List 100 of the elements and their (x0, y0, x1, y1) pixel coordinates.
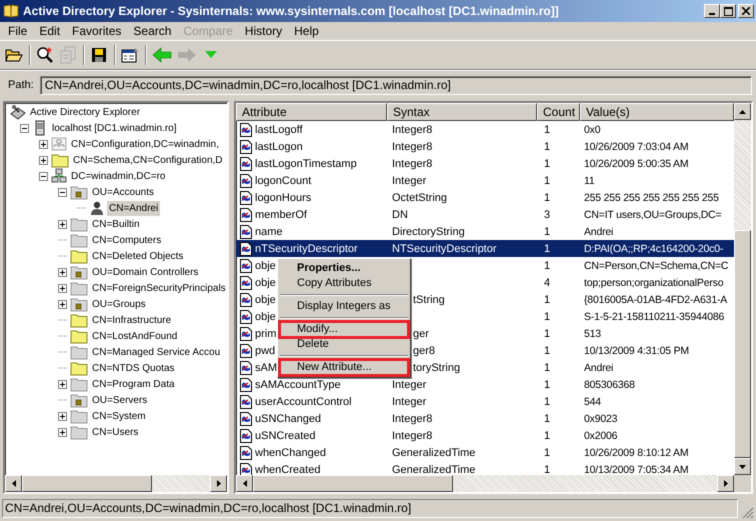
scroll-thumb[interactable] (734, 230, 751, 458)
scroll-left-button[interactable] (236, 475, 253, 492)
forward-arrow-icon (177, 47, 197, 63)
tree-item[interactable]: CN=Managed Service Accou (90, 344, 222, 360)
plus-icon[interactable] (38, 156, 48, 164)
scroll-up-button[interactable] (734, 103, 751, 120)
attribute-name: prim (255, 328, 276, 340)
tree-item[interactable]: CN=Schema,CN=Configuration,D (71, 152, 225, 168)
menu-item[interactable]: File (2, 24, 34, 38)
maximize-button[interactable] (720, 4, 736, 18)
plus-icon[interactable] (58, 412, 66, 420)
attribute-name: whenChanged (255, 446, 326, 458)
attribute-icon (240, 224, 252, 238)
tree-item[interactable]: OU=Groups (90, 296, 148, 312)
tree-item[interactable]: CN=Configuration,DC=winadmin, (69, 136, 221, 152)
menu-item[interactable]: New Attribute... (280, 360, 408, 375)
tree-item[interactable]: OU=Accounts (90, 184, 156, 200)
tree-item[interactable]: CN=Deleted Objects (90, 248, 186, 264)
menu-item[interactable]: Properties... (280, 261, 408, 276)
value-text: 544 (584, 396, 601, 408)
folder-icon (70, 328, 88, 344)
value-text: D:PAI(OA;;RP;4c164200-20c0- (584, 242, 724, 254)
column-header[interactable]: Attribute (236, 103, 387, 121)
minus-icon[interactable] (58, 188, 66, 196)
tree-item[interactable]: CN=Andrei (107, 200, 160, 216)
syntax-text: NTSecurityDescriptor (392, 242, 497, 254)
vertical-scrollbar[interactable] (734, 103, 751, 475)
folder-icon (70, 424, 88, 440)
attribute-name: sAMAccountType (255, 378, 341, 390)
tree-item[interactable]: OU=Servers (90, 392, 150, 408)
close-button[interactable] (738, 4, 754, 18)
plus-icon[interactable] (58, 380, 66, 388)
horizontal-scrollbar[interactable] (236, 475, 734, 492)
attribute-name: nTSecurityDescriptor (255, 242, 358, 254)
tree-item[interactable]: CN=Builtin (90, 216, 142, 232)
count-text: 1 (544, 294, 550, 306)
menu-item[interactable]: Delete (280, 337, 408, 352)
column-header[interactable]: Count (537, 103, 580, 121)
attribute-icon (240, 462, 252, 475)
resize-grip-icon (742, 507, 754, 519)
tree-line (58, 335, 66, 337)
menu-item[interactable]: Copy Attributes (280, 276, 408, 291)
count-text: 1 (544, 412, 550, 424)
folder-icon (70, 312, 88, 328)
tree-item[interactable]: Active Directory Explorer (28, 104, 142, 120)
value-text: 11 (584, 174, 594, 186)
plus-icon[interactable] (38, 140, 48, 148)
tree-item[interactable]: CN=LostAndFound (90, 328, 180, 344)
menu-item[interactable]: Edit (33, 24, 66, 38)
column-header[interactable]: Syntax (387, 103, 537, 121)
list-row[interactable]: nTSecurityDescriptor NTSecurityDescriptor 1 D:PAI(OA;;RP;4c164200-20c0- (236, 240, 734, 257)
tree-item[interactable]: localhost [DC1.winadmin.ro] (50, 120, 178, 136)
plus-icon[interactable] (58, 428, 66, 436)
menu-item[interactable]: History (238, 24, 288, 38)
minimize-button[interactable] (704, 4, 720, 18)
tree-line (58, 351, 66, 353)
attribute-icon (240, 360, 252, 374)
minus-icon[interactable] (38, 172, 48, 180)
column-header[interactable]: Value(s) (580, 103, 734, 121)
minus-icon[interactable] (20, 124, 28, 132)
tree-item[interactable]: CN=NTDS Quotas (90, 360, 177, 376)
menu-item[interactable]: Search (127, 24, 178, 38)
status-text: CN=Andrei,OU=Accounts,DC=winadmin,DC=ro,localhost [DC1.winadmin.ro] (2, 498, 738, 518)
value-text: Andrei (584, 362, 614, 374)
plus-icon[interactable] (58, 220, 66, 228)
tree-item[interactable]: CN=Program Data (90, 376, 177, 392)
count-text: 1 (544, 310, 550, 322)
scroll-down-button[interactable] (734, 458, 751, 475)
horizontal-scrollbar[interactable] (5, 475, 227, 492)
syntax-text: Integer8 (392, 140, 432, 152)
scroll-thumb[interactable] (22, 475, 152, 492)
value-text: 0x2006 (584, 430, 618, 442)
tree-item[interactable]: CN=Users (90, 424, 140, 440)
scroll-right-button[interactable] (717, 475, 734, 492)
menu-item[interactable]: Help (288, 24, 325, 38)
menu-item[interactable]: Display Integers as (280, 299, 408, 314)
tree-item[interactable]: CN=ForeignSecurityPrincipals (90, 280, 227, 296)
tree-item[interactable]: CN=System (90, 408, 148, 424)
attribute-icon (240, 208, 252, 222)
tree-item[interactable]: CN=Computers (90, 232, 164, 248)
plus-icon[interactable] (58, 284, 66, 292)
menu-item[interactable]: Modify... (280, 322, 408, 337)
scrollbar-corner (734, 475, 751, 492)
scroll-thumb[interactable] (253, 475, 453, 492)
folder-icon (70, 232, 88, 248)
plus-icon[interactable] (58, 268, 66, 276)
attribute-name: lastLogon (255, 140, 303, 152)
tree-item[interactable]: CN=Infrastructure (90, 312, 174, 328)
right-arrow-icon (724, 480, 728, 487)
menu-item[interactable]: Favorites (66, 24, 128, 38)
tree-item[interactable]: OU=Domain Controllers (90, 264, 200, 280)
attribute-icon (240, 140, 252, 154)
attribute-icon (240, 292, 252, 306)
scroll-left-button[interactable] (5, 475, 22, 492)
plus-icon[interactable] (58, 300, 66, 308)
scroll-right-button[interactable] (210, 475, 227, 492)
attribute-icon (240, 310, 252, 324)
tree-item[interactable]: DC=winadmin,DC=ro (69, 168, 168, 184)
folder-icon (70, 248, 88, 264)
path-field[interactable]: CN=Andrei,OU=Accounts,DC=winadmin,DC=ro,localhost [DC1.winadmin.ro] (40, 76, 752, 94)
